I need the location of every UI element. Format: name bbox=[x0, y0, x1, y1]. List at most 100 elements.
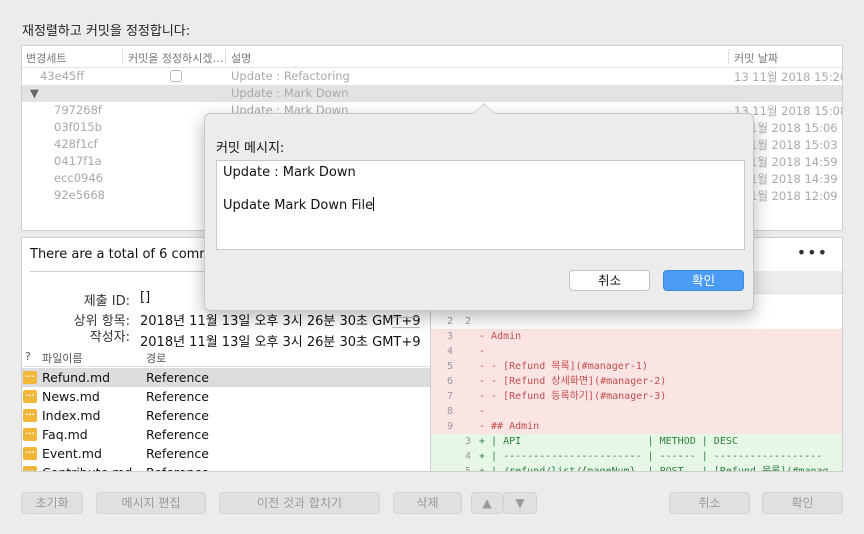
page-heading: 재정렬하고 커밋을 정정합니다: bbox=[22, 24, 191, 39]
modified-file-icon: ··· bbox=[23, 390, 37, 403]
parent-value: 2018년 11월 13일 오후 3시 26분 30초 GMT+9 bbox=[140, 314, 421, 329]
diff-line: 4- bbox=[431, 344, 842, 359]
commit-description: Update : Refactoring bbox=[231, 69, 350, 83]
file-path: Reference bbox=[146, 389, 209, 404]
diff-line: 22 bbox=[431, 314, 842, 329]
new-line-number: 4 bbox=[464, 451, 471, 462]
modified-file-icon: ··· bbox=[23, 428, 37, 441]
cancel-button[interactable]: 취소 bbox=[669, 492, 750, 514]
disclosure-triangle-icon[interactable]: ▼ bbox=[30, 86, 39, 100]
commit-date: 13 11월 2018 15:20 bbox=[734, 70, 843, 84]
message-line-2: Update Mark Down File bbox=[223, 198, 374, 213]
submit-id-value: [] bbox=[140, 290, 151, 305]
column-status[interactable]: ? bbox=[25, 350, 31, 363]
diff-line: 5 - - [Refund 목록](#manager-1) bbox=[431, 359, 842, 374]
text-caret bbox=[373, 197, 375, 211]
commit-hash: 797268f bbox=[54, 103, 102, 117]
diff-line: 8- bbox=[431, 404, 842, 419]
diff-text: - ## Admin bbox=[479, 421, 540, 432]
more-icon[interactable]: ••• bbox=[797, 243, 828, 262]
commit-row[interactable]: ▼ Update : Mark Down bbox=[22, 85, 842, 102]
file-path: Reference bbox=[146, 408, 209, 423]
column-description[interactable]: 설명 bbox=[231, 50, 251, 66]
new-line-number: 3 bbox=[464, 436, 471, 447]
old-line-number: 6 bbox=[446, 376, 453, 387]
diff-line: 3 + | API | METHOD | DESC bbox=[431, 434, 842, 449]
diff-text: - - [Refund 등록하기](#manager-3) bbox=[479, 391, 667, 402]
move-down-button[interactable]: ▼ bbox=[503, 492, 537, 514]
file-name: Contribute.md bbox=[42, 465, 132, 471]
commit-row[interactable]: 43e45ff Update : Refactoring 13 11월 2018 1… bbox=[22, 68, 842, 85]
commit-hash: 43e45ff bbox=[40, 69, 85, 83]
diff-text: - bbox=[479, 406, 486, 417]
diff-text: - - [Refund 목록](#manager-1) bbox=[479, 361, 648, 372]
old-line-number: 9 bbox=[446, 421, 453, 432]
modified-file-icon: ··· bbox=[23, 371, 37, 384]
file-row[interactable]: ··· Faq.md Reference bbox=[22, 425, 430, 444]
commit-hash: ecc0946 bbox=[54, 171, 103, 185]
file-row[interactable]: ··· Refund.md Reference bbox=[22, 368, 430, 387]
file-row[interactable]: ··· Event.md Reference bbox=[22, 444, 430, 463]
squash-button[interactable]: 이전 것과 합치기 bbox=[219, 492, 380, 514]
column-amend[interactable]: 커밋을 정정하시겠… bbox=[128, 50, 223, 66]
file-name: News.md bbox=[42, 389, 100, 404]
commit-hash: 03f015b bbox=[54, 120, 102, 134]
commit-hash: 92e5668 bbox=[54, 188, 105, 202]
ok-button[interactable]: 확인 bbox=[762, 492, 843, 514]
modified-file-icon: ··· bbox=[23, 447, 37, 460]
old-line-number: 3 bbox=[446, 331, 453, 342]
commit-date: 1월 2018 14:39 bbox=[750, 172, 838, 186]
column-commit-date[interactable]: 커밋 날짜 bbox=[734, 50, 778, 66]
new-line-number: 2 bbox=[464, 316, 471, 327]
modified-file-icon: ··· bbox=[23, 466, 37, 471]
diff-line: 5 + | /refund/list/{pageNum} | POST | [Re… bbox=[431, 464, 842, 472]
diff-line: 6 - - [Refund 상세화면](#manager-2) bbox=[431, 374, 842, 389]
reset-button[interactable]: 초기화 bbox=[21, 492, 83, 514]
commit-date: 1월 2018 12:09 bbox=[750, 189, 838, 203]
new-line-number: 5 bbox=[464, 466, 471, 472]
old-line-number: 8 bbox=[446, 406, 453, 417]
commit-message-label: 커밋 메시지: bbox=[216, 141, 285, 156]
move-up-button[interactable]: ▲ bbox=[471, 492, 503, 514]
file-row[interactable]: ··· Index.md Reference bbox=[22, 406, 430, 425]
diff-line: 4 + | ----------------------- | ------ | … bbox=[431, 449, 842, 464]
commit-message-dialog: 커밋 메시지: Update : Mark Down Update Mark D… bbox=[204, 103, 754, 311]
column-path[interactable]: 경로 bbox=[146, 350, 166, 366]
dialog-cancel-button[interactable]: 취소 bbox=[569, 270, 650, 291]
commit-table-header: 변경세트 커밋을 정정하시겠… 설명 커밋 날짜 bbox=[22, 46, 842, 68]
message-line-1: Update : Mark Down bbox=[223, 165, 356, 180]
file-path: Reference bbox=[146, 465, 209, 471]
commit-total: There are a total of 6 commits bbox=[30, 247, 228, 262]
diff-text: - Admin bbox=[479, 331, 522, 342]
file-row[interactable]: ··· News.md Reference bbox=[22, 387, 430, 406]
file-name: Refund.md bbox=[42, 370, 111, 385]
diff-text: + | API | METHOD | DESC bbox=[479, 436, 738, 447]
commit-message-textarea[interactable]: Update : Mark Down Update Mark Down File bbox=[216, 160, 745, 250]
edit-message-button[interactable]: 메시지 편집 bbox=[96, 492, 206, 514]
modified-file-icon: ··· bbox=[23, 409, 37, 422]
file-name: Faq.md bbox=[42, 427, 88, 442]
diff-text: - - [Refund 상세화면](#manager-2) bbox=[479, 376, 667, 387]
diff-line: 7 - - [Refund 등록하기](#manager-3) bbox=[431, 389, 842, 404]
diff-line: 3 - Admin bbox=[431, 329, 842, 344]
diff-line: 9 - ## Admin bbox=[431, 419, 842, 434]
dialog-ok-button[interactable]: 확인 bbox=[663, 270, 744, 291]
file-list-header: ? 파일이름 경로 bbox=[22, 347, 430, 367]
commit-hash: 428f1cf bbox=[54, 137, 98, 151]
old-line-number: 4 bbox=[446, 346, 453, 357]
amend-checkbox[interactable] bbox=[170, 70, 182, 82]
commit-hash: 0417f1a bbox=[54, 154, 102, 168]
submit-id-label: 제출 ID: bbox=[83, 294, 130, 309]
commit-date: 1월 2018 15:06 bbox=[750, 121, 838, 135]
file-row[interactable]: ··· Contribute.md Reference bbox=[22, 463, 430, 471]
column-changeset[interactable]: 변경세트 bbox=[26, 50, 66, 66]
commit-description: Update : Mark Down bbox=[231, 86, 349, 100]
file-path: Reference bbox=[146, 446, 209, 461]
commit-date: 1월 2018 14:59 bbox=[750, 155, 838, 169]
delete-button[interactable]: 삭제 bbox=[393, 492, 462, 514]
column-filename[interactable]: 파일이름 bbox=[42, 350, 82, 366]
commit-date: 1월 2018 15:03 bbox=[750, 138, 838, 152]
author-label: 작성자: bbox=[89, 330, 130, 345]
diff-text: - bbox=[479, 346, 486, 357]
old-line-number: 2 bbox=[446, 316, 453, 327]
